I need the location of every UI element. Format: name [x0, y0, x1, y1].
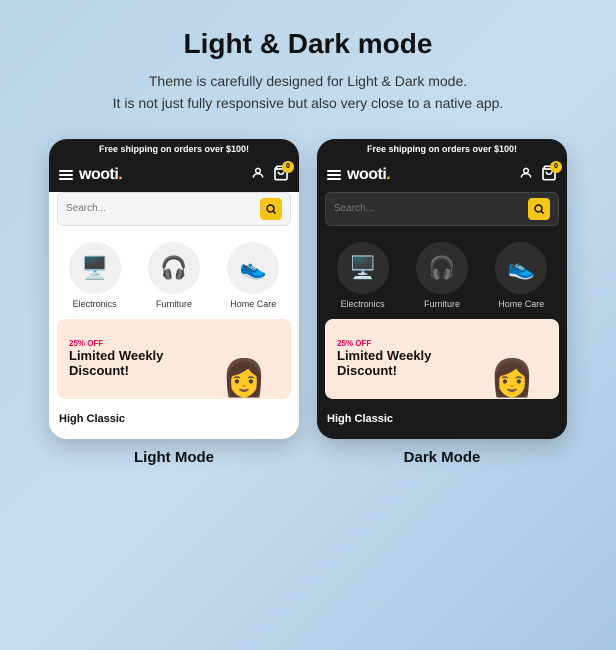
furniture-icon-dark: 🎧 — [416, 242, 468, 294]
light-mode-phone: Free shipping on orders over $100! wooti… — [49, 139, 299, 439]
user-icon-light[interactable] — [251, 166, 265, 185]
light-search-bar[interactable] — [57, 192, 291, 226]
page-subtitle: Theme is carefully designed for Light & … — [113, 70, 504, 115]
subtitle-line1: Theme is carefully designed for Light & … — [149, 73, 467, 89]
light-bottom-title: High Classic — [59, 413, 289, 425]
cart-icon-light[interactable]: 0 — [273, 165, 289, 186]
user-icon-dark[interactable] — [519, 166, 533, 185]
dark-promo-title: Limited Weekly Discount! — [337, 348, 477, 379]
dark-promo-model: 👩 — [477, 319, 547, 399]
dark-categories: 🖥️ Electronics 🎧 Furniture 👟 Home Care — [317, 234, 567, 313]
light-mode-phone-wrapper: Free shipping on orders over $100! wooti… — [49, 139, 299, 466]
search-icon-box-light — [260, 198, 282, 220]
dark-navbar-right: 0 — [519, 165, 557, 186]
page-title: Light & Dark mode — [184, 28, 433, 60]
dark-mode-phone: Free shipping on orders over $100! wooti… — [317, 139, 567, 439]
furniture-label-dark: Furniture — [424, 299, 460, 309]
homecare-icon-dark: 👟 — [495, 242, 547, 294]
dark-search-bar[interactable] — [325, 192, 559, 226]
light-navbar-left: wooti. — [59, 166, 122, 184]
homecare-icon-light: 👟 — [227, 242, 279, 294]
dark-navbar: wooti. 0 — [317, 159, 567, 192]
dark-promo-off: 25% OFF — [337, 339, 477, 348]
cart-icon-dark[interactable]: 0 — [541, 165, 557, 186]
hamburger-icon[interactable] — [59, 170, 73, 180]
cart-badge-light: 0 — [282, 161, 294, 173]
dark-bottom-section: High Classic — [317, 405, 567, 439]
light-bottom-section: High Classic — [49, 405, 299, 439]
electronics-label-dark: Electronics — [341, 299, 385, 309]
category-homecare-light[interactable]: 👟 Home Care — [227, 242, 279, 309]
light-search-input[interactable] — [66, 203, 254, 214]
dark-mode-label: Dark Mode — [404, 449, 481, 466]
light-promo-model: 👩 — [209, 319, 279, 399]
light-promo-text: 25% OFF Limited Weekly Discount! — [69, 339, 209, 379]
dark-navbar-left: wooti. — [327, 166, 390, 184]
homecare-label-dark: Home Care — [498, 299, 544, 309]
category-furniture-light[interactable]: 🎧 Furniture — [148, 242, 200, 309]
category-homecare-dark[interactable]: 👟 Home Care — [495, 242, 547, 309]
electronics-label-light: Electronics — [73, 299, 117, 309]
dark-promo-banner: 25% OFF Limited Weekly Discount! 👩 — [325, 319, 559, 399]
light-top-bar: Free shipping on orders over $100! — [49, 139, 299, 159]
category-electronics-light[interactable]: 🖥️ Electronics — [69, 242, 121, 309]
dark-bottom-title: High Classic — [327, 413, 557, 425]
search-icon-box-dark — [528, 198, 550, 220]
dark-top-bar: Free shipping on orders over $100! — [317, 139, 567, 159]
electronics-icon-dark: 🖥️ — [337, 242, 389, 294]
hamburger-icon-dark[interactable] — [327, 170, 341, 180]
category-electronics-dark[interactable]: 🖥️ Electronics — [337, 242, 389, 309]
light-promo-banner: 25% OFF Limited Weekly Discount! 👩 — [57, 319, 291, 399]
cart-badge-dark: 0 — [550, 161, 562, 173]
brand-name-dark: wooti. — [347, 166, 390, 184]
phones-row: Free shipping on orders over $100! wooti… — [49, 139, 567, 466]
homecare-label-light: Home Care — [230, 299, 276, 309]
light-mode-label: Light Mode — [134, 449, 214, 466]
electronics-icon-light: 🖥️ — [69, 242, 121, 294]
light-promo-off: 25% OFF — [69, 339, 209, 348]
subtitle-line2: It is not just fully responsive but also… — [113, 95, 504, 111]
dark-promo-text: 25% OFF Limited Weekly Discount! — [337, 339, 477, 379]
light-categories: 🖥️ Electronics 🎧 Furniture 👟 Home Care — [49, 234, 299, 313]
furniture-icon-light: 🎧 — [148, 242, 200, 294]
furniture-label-light: Furniture — [156, 299, 192, 309]
category-furniture-dark[interactable]: 🎧 Furniture — [416, 242, 468, 309]
light-navbar: wooti. 0 — [49, 159, 299, 192]
dark-search-input[interactable] — [334, 203, 522, 214]
light-promo-title: Limited Weekly Discount! — [69, 348, 209, 379]
brand-name-light: wooti. — [79, 166, 122, 184]
dark-mode-phone-wrapper: Free shipping on orders over $100! wooti… — [317, 139, 567, 466]
light-navbar-right: 0 — [251, 165, 289, 186]
